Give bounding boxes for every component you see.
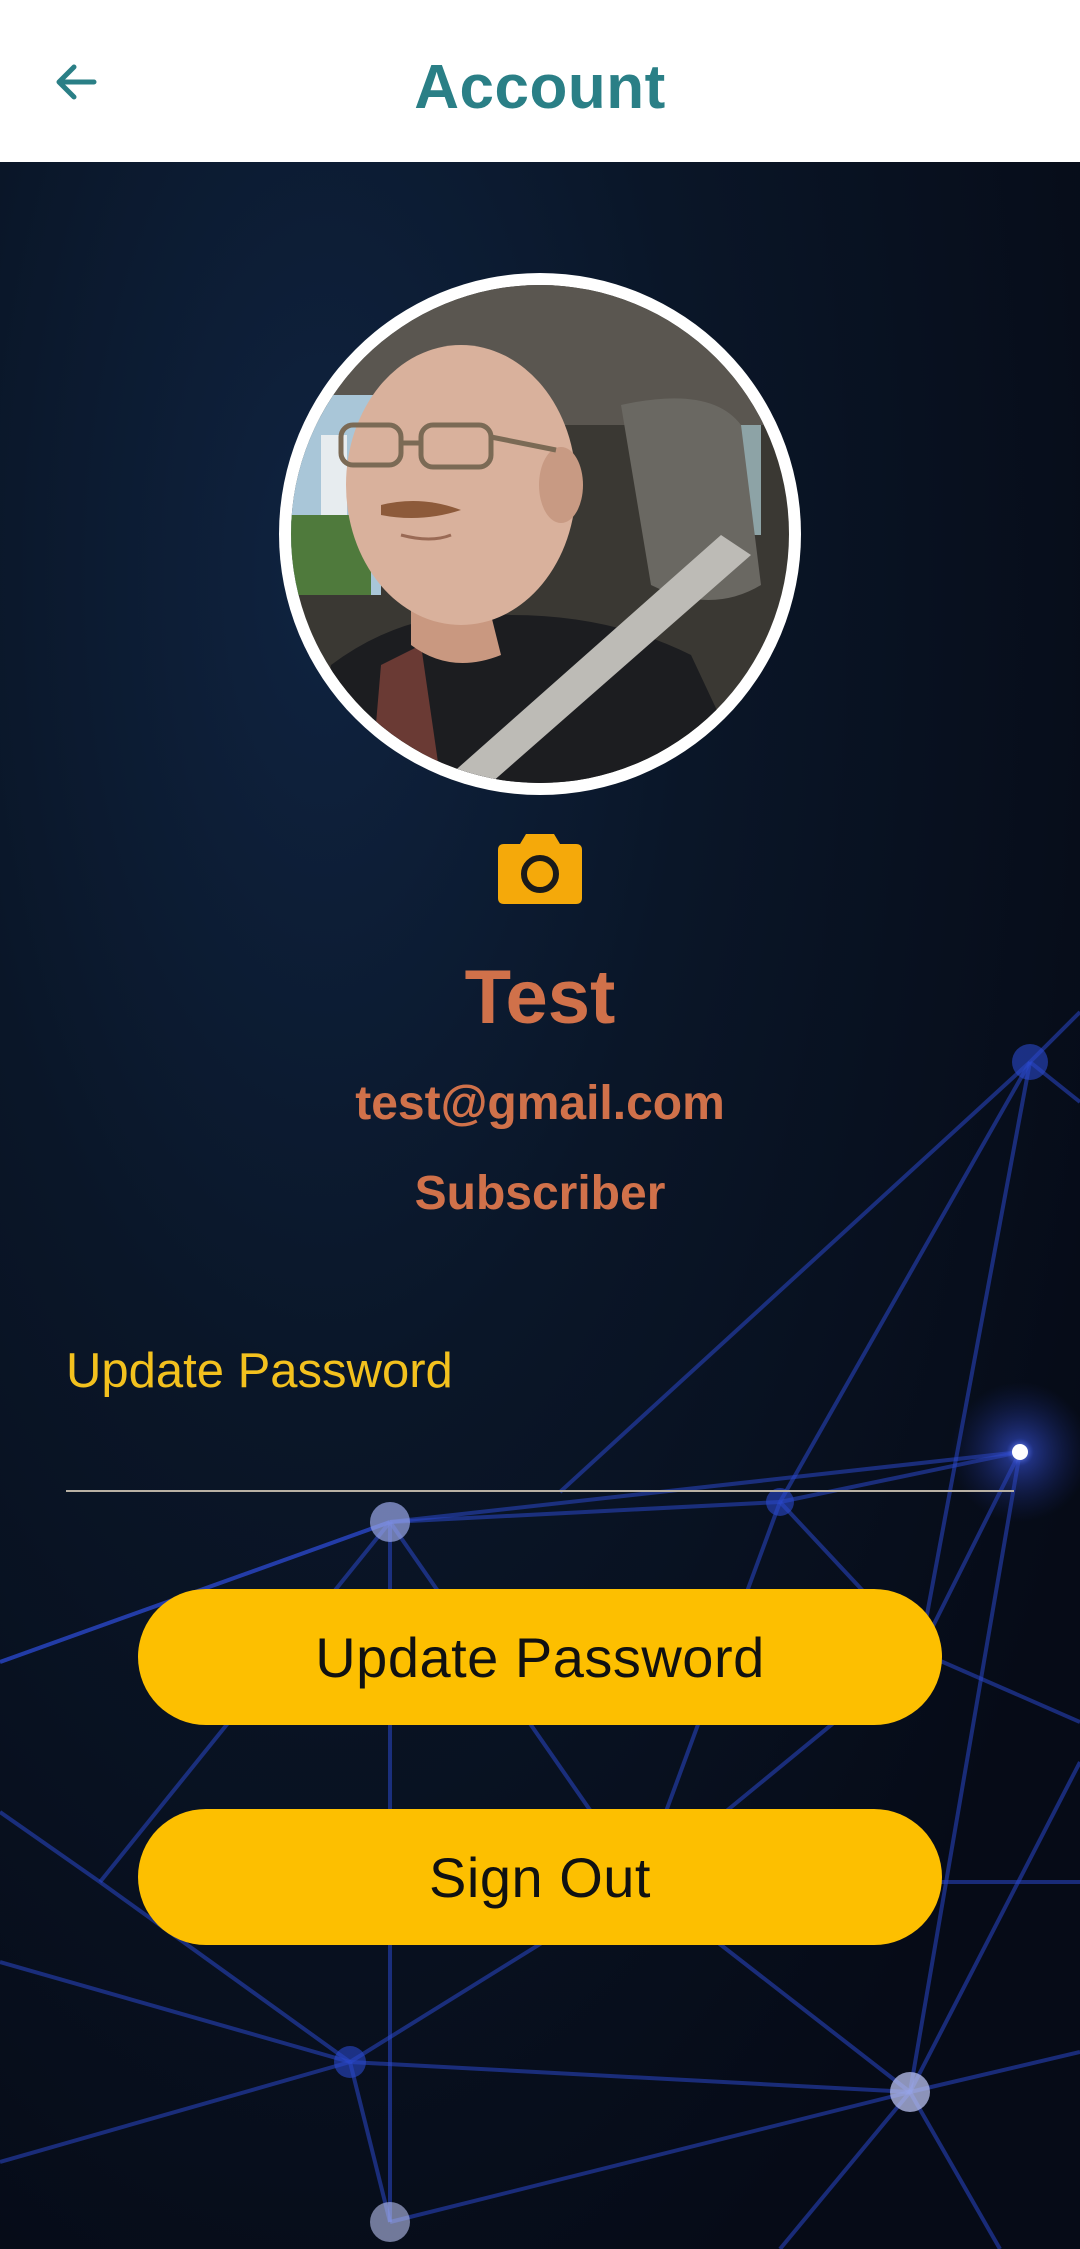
profile-name: Test: [464, 955, 616, 1040]
profile-avatar[interactable]: [279, 273, 801, 795]
profile-email: test@gmail.com: [355, 1077, 725, 1130]
update-password-input[interactable]: [66, 1418, 1014, 1478]
page-title: Account: [414, 53, 666, 122]
profile-role: Subscriber: [414, 1167, 666, 1220]
profile-photo: [291, 285, 789, 783]
camera-icon: [498, 834, 582, 904]
sign-out-button[interactable]: Sign Out: [138, 1809, 942, 1945]
app-bar: Account: [0, 0, 1080, 162]
update-password-button[interactable]: Update Password: [138, 1589, 942, 1725]
change-photo-button[interactable]: [498, 830, 582, 904]
update-password-label: Update Password: [66, 1344, 453, 1398]
update-password-field[interactable]: Update Password: [66, 1330, 1014, 1492]
